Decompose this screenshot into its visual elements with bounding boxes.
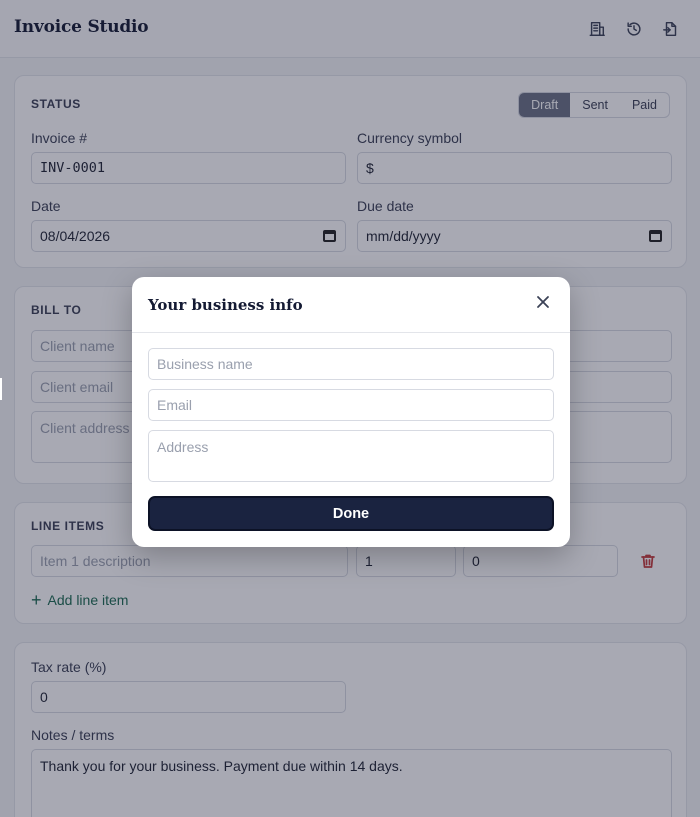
business-email-input[interactable]: Email [148,389,554,421]
business-address-input[interactable]: Address [148,430,554,482]
modal-divider [132,332,570,333]
focus-marker [0,378,2,400]
business-name-input[interactable]: Business name [148,348,554,380]
modal-title: Your business info [148,296,303,314]
close-icon[interactable] [536,295,554,313]
business-info-modal: Your business info Business name Email A… [132,277,570,547]
done-button[interactable]: Done [148,496,554,531]
